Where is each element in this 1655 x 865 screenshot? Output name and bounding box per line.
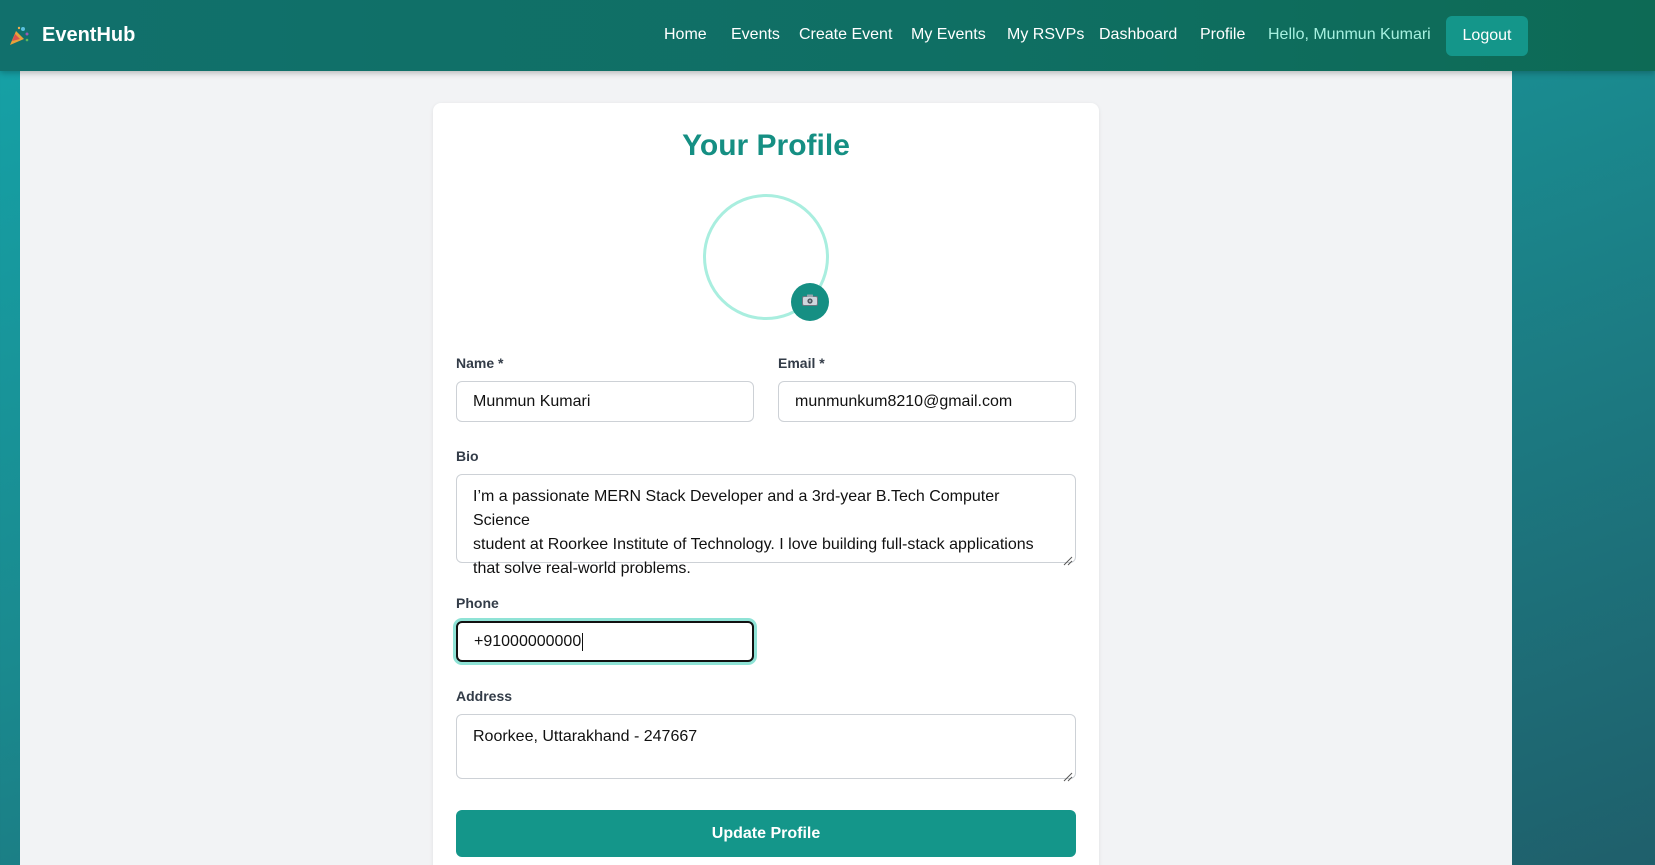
email-input[interactable]: munmunkum8210@gmail.com [778,381,1076,422]
email-label: Email * [778,355,825,371]
address-value: Roorkee, Uttarakhand - 247667 [473,728,698,745]
phone-value: +91000000000 [474,632,582,650]
update-profile-button[interactable]: Update Profile [456,810,1076,857]
bio-textarea[interactable]: I’m a passionate MERN Stack Developer an… [456,474,1076,577]
nav-dashboard[interactable]: Dashboard [1099,26,1177,44]
bio-label: Bio [456,448,479,464]
phone-label: Phone [456,595,499,611]
nav-create-event[interactable]: Create Event [799,26,892,44]
nav-my-rsvps[interactable]: My RSVPs [1007,26,1084,44]
camera-icon [802,293,818,311]
nav-profile[interactable]: Profile [1200,26,1245,44]
brand-name: EventHub [42,24,136,46]
resize-handle-icon[interactable] [1063,550,1073,566]
name-input[interactable]: Munmun Kumari [456,381,754,422]
name-label: Name * [456,355,504,371]
party-popper-icon [8,25,30,47]
email-value: munmunkum8210@gmail.com [795,392,1013,410]
change-photo-button[interactable] [791,283,829,321]
nav-home[interactable]: Home [664,26,707,44]
nav-my-events[interactable]: My Events [911,26,986,44]
logout-button[interactable]: Logout [1446,16,1528,56]
brand[interactable]: EventHub [8,0,135,71]
address-textarea[interactable]: Roorkee, Uttarakhand - 247667 [456,714,1076,782]
address-label: Address [456,688,513,704]
text-caret [582,632,584,651]
name-value: Munmun Kumari [473,392,591,410]
top-navbar: EventHub Home Events Create Event My Eve… [0,0,1655,71]
profile-card: Your Profile Name * Munmun Kumari Email … [433,103,1099,865]
page-title: Your Profile [682,129,850,162]
bio-line: that solve real-world problems. [473,560,691,577]
user-greeting: Hello, Munmun Kumari [1268,26,1431,43]
nav-events[interactable]: Events [731,26,780,44]
resize-handle-icon[interactable] [1063,766,1073,782]
phone-input[interactable]: +91000000000 [456,621,754,662]
bio-line: student at Roorkee Institute of Technolo… [473,536,1034,553]
bio-line: I’m a passionate MERN Stack Developer an… [473,488,1000,529]
